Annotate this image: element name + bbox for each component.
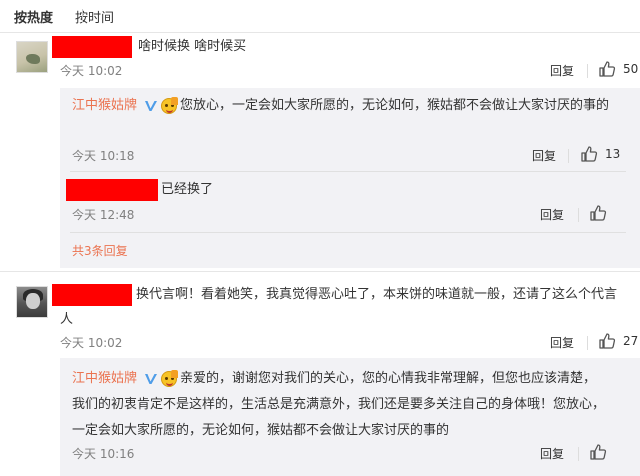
sort-divider (82, 9, 83, 23)
avatar[interactable] (16, 41, 48, 73)
like-button[interactable]: 50 (598, 60, 638, 78)
redacted-username (52, 284, 132, 306)
thumbs-up-icon (599, 61, 616, 77)
reply-time: 今天 10:18 (72, 149, 135, 163)
divider (578, 447, 579, 461)
redacted-username (52, 36, 132, 58)
reply-button[interactable]: 回复 (540, 207, 564, 223)
reply-text-line2: 我们的初衷肯定不是这样的，生活总是充满意外，我们还是要多关注自己的身体哦！您放心… (72, 397, 606, 412)
sort-by-hot[interactable]: 按热度 (14, 7, 53, 26)
reply-button[interactable]: 回复 (540, 446, 564, 462)
reply-text-line3: 一定会如大家所愿的，无论如何，猴姑都不会做让大家讨厌的事的 (72, 423, 450, 438)
divider (587, 336, 588, 350)
divider (578, 208, 579, 222)
comment-text: 啥时候换 啥时候买 (138, 39, 247, 54)
reply-text: 您放心，一定会如大家所愿的，无论如何，猴姑都不会做让大家讨厌的事的 (180, 98, 610, 113)
like-button[interactable]: 27 (598, 332, 638, 350)
reply-time: 今天 10:16 (72, 447, 135, 461)
like-button[interactable] (589, 443, 607, 461)
comment-text-line2: 人 (60, 312, 74, 327)
thumbs-up-icon (590, 444, 607, 460)
reply-text: 已经换了 (161, 182, 214, 197)
divider (70, 232, 626, 233)
verified-icon (145, 101, 157, 111)
comment-time: 今天 10:02 (60, 64, 123, 78)
emoji-icon (161, 97, 178, 114)
comment-text-line1: 换代言啊！看着她笑，我真觉得恶心吐了，本来饼的味道就一般，还请了这么个代言 (136, 287, 618, 302)
sort-by-time[interactable]: 按时间 (75, 7, 114, 26)
thumbs-up-icon (581, 146, 598, 162)
divider (70, 171, 626, 172)
reply-button[interactable]: 回复 (550, 335, 574, 351)
divider (0, 271, 640, 272)
like-count: 27 (623, 334, 639, 348)
reply-text-line1: 亲爱的，谢谢您对我们的关心，您的心情我非常理解，但您也应该清楚， (180, 371, 597, 386)
comment-time: 今天 10:02 (60, 336, 123, 350)
reply-time: 今天 12:48 (72, 208, 135, 222)
reply-button[interactable]: 回复 (532, 148, 556, 164)
like-button[interactable]: 13 (580, 145, 620, 163)
divider (568, 149, 569, 163)
redacted-username (66, 179, 158, 201)
thumbs-up-icon (599, 333, 616, 349)
emoji-icon (161, 370, 178, 387)
reply-author-name[interactable]: 江中猴姑牌 (72, 96, 137, 116)
thumbs-up-icon (590, 205, 607, 221)
verified-icon (145, 374, 157, 384)
avatar[interactable] (16, 286, 48, 318)
more-replies-link[interactable]: 共3条回复 (72, 243, 128, 259)
like-button[interactable] (589, 204, 607, 222)
reply-author-name[interactable]: 江中猴姑牌 (72, 369, 137, 389)
divider (587, 64, 588, 78)
reply-button[interactable]: 回复 (550, 63, 574, 79)
like-count: 13 (605, 147, 621, 161)
sort-bar: 按热度 按时间 (0, 0, 640, 32)
divider (0, 32, 640, 33)
like-count: 50 (623, 62, 639, 76)
